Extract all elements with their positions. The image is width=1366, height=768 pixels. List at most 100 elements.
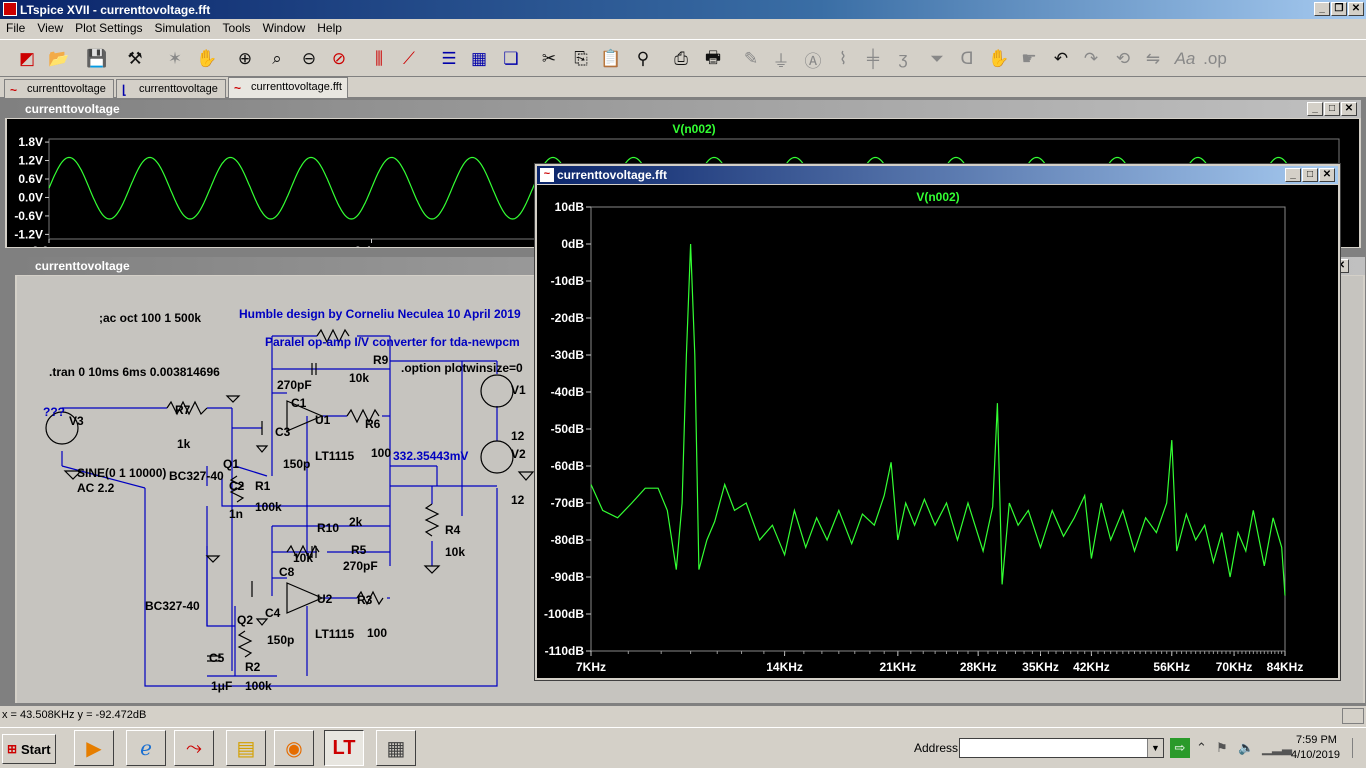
- open-folder-icon[interactable]: 📂: [46, 46, 72, 72]
- plot-frame: [590, 206, 1286, 652]
- transient-window-titlebar[interactable]: currenttovoltage: [5, 100, 1361, 118]
- calculator-icon[interactable]: ▦: [376, 730, 416, 766]
- maximize-button[interactable]: □: [1302, 168, 1318, 182]
- label-net-icon[interactable]: Ⓐ: [800, 46, 826, 72]
- flag-icon[interactable]: ⚑: [1216, 740, 1228, 756]
- media-player-icon[interactable]: ▶: [74, 730, 114, 766]
- clock-date: 4/10/2019: [1291, 749, 1340, 761]
- ltspice-task-icon[interactable]: LT: [324, 730, 364, 766]
- paste-icon[interactable]: 📋: [598, 46, 624, 72]
- rotate-icon[interactable]: ⟲: [1110, 46, 1136, 72]
- tile-vertical-icon[interactable]: ▦: [466, 46, 492, 72]
- firefox-icon[interactable]: ◉: [274, 730, 314, 766]
- zoom-in-icon[interactable]: ⊕: [232, 46, 258, 72]
- c1-value: 270pF: [277, 378, 312, 392]
- windows-flag-icon: ⊞: [7, 742, 18, 756]
- fft-window: currenttovoltage.fft ~ _ □ ✕ 10dB 0dB -10d…: [534, 163, 1341, 681]
- resistor-icon[interactable]: ⌇: [830, 46, 856, 72]
- app-title-bar[interactable]: LTspice XVII - currenttovoltage.fft _ ❐ …: [0, 0, 1366, 19]
- chevron-up-icon[interactable]: ⌃: [1196, 740, 1207, 756]
- autorange-icon[interactable]: ⫼: [366, 46, 392, 72]
- fft-plot-area[interactable]: 10dB 0dB -10dB -20dB -30dB -40dB -50dB -60dB -70…: [537, 185, 1338, 678]
- show-desktop-button[interactable]: [1352, 738, 1364, 758]
- inductor-icon[interactable]: ʒ: [890, 46, 916, 72]
- minimize-button[interactable]: _: [1314, 2, 1330, 16]
- y-tick-label: -80dB: [551, 533, 585, 547]
- halt-icon[interactable]: ✋: [194, 46, 220, 72]
- capacitor-icon[interactable]: ╪: [860, 46, 886, 72]
- menu-view[interactable]: View: [31, 19, 69, 38]
- undo-icon[interactable]: ↶: [1048, 46, 1074, 72]
- fft-icon[interactable]: ⟋: [396, 46, 422, 72]
- spice-directive-icon[interactable]: .op: [1202, 46, 1228, 72]
- ltspice-app-icon[interactable]: [3, 2, 17, 16]
- control-panel-icon[interactable]: ⚒: [122, 46, 148, 72]
- zoom-full-icon[interactable]: ⌕: [264, 46, 290, 72]
- menu-plot-settings[interactable]: Plot Settings: [69, 19, 148, 38]
- tile-horizontal-icon[interactable]: ☰: [436, 46, 462, 72]
- move-icon[interactable]: ✋: [986, 46, 1012, 72]
- print-setup-icon[interactable]: 🖶: [700, 46, 726, 72]
- menu-help[interactable]: Help: [311, 19, 348, 38]
- redo-icon[interactable]: ↷: [1078, 46, 1104, 72]
- y-tick-label: 10dB: [555, 200, 585, 214]
- maximize-button[interactable]: □: [1324, 102, 1340, 116]
- address-input[interactable]: ▼: [959, 738, 1164, 758]
- c2-label: C2: [229, 479, 245, 493]
- minimize-button[interactable]: _: [1307, 102, 1323, 116]
- minimize-button[interactable]: _: [1285, 168, 1301, 182]
- tab-fft[interactable]: ~ currenttovoltage.fft: [228, 77, 348, 98]
- document-tabs: ~ currenttovoltage ⌊ currenttovoltage ~ cur…: [0, 77, 1366, 98]
- cut-icon[interactable]: ✂: [536, 46, 562, 72]
- address-dropdown-icon[interactable]: ▼: [1147, 739, 1163, 757]
- c5-label: C5: [209, 651, 225, 665]
- print-icon[interactable]: ⎙: [668, 46, 694, 72]
- menu-file[interactable]: File: [0, 19, 31, 38]
- schematic-drawing: ;ac oct 100 1 500k Humble design by Corn…: [43, 307, 535, 693]
- acrobat-icon[interactable]: ⤳: [174, 730, 214, 766]
- schematic-icon: ⌊: [122, 83, 127, 97]
- x-tick-label: 0.0ms: [32, 244, 66, 247]
- speaker-icon[interactable]: 🔈: [1238, 740, 1254, 756]
- run-icon[interactable]: ✶: [162, 46, 188, 72]
- text-icon[interactable]: Aa: [1172, 46, 1198, 72]
- drag-icon[interactable]: ☛: [1016, 46, 1042, 72]
- waveform-icon: ~: [10, 83, 18, 97]
- y-tick-label: -0.6V: [14, 209, 43, 223]
- go-arrow-icon[interactable]: ⇨: [1170, 738, 1190, 758]
- file-explorer-icon[interactable]: ▤: [226, 730, 266, 766]
- y-tick-label: -100dB: [544, 607, 584, 621]
- y-tick-label: -20dB: [551, 311, 585, 325]
- internet-explorer-icon[interactable]: ℯ: [126, 730, 166, 766]
- close-button[interactable]: ✕: [1319, 168, 1335, 182]
- start-button[interactable]: ⊞ Start: [2, 734, 56, 764]
- menu-window[interactable]: Window: [257, 19, 312, 38]
- menu-tools[interactable]: Tools: [217, 19, 257, 38]
- close-button[interactable]: ✕: [1348, 2, 1364, 16]
- q2-model: BC327-40: [145, 599, 200, 613]
- component-icon[interactable]: ᗡ: [954, 46, 980, 72]
- r4-label: R4: [445, 523, 461, 537]
- tab-schematic[interactable]: ⌊ currenttovoltage: [116, 79, 226, 98]
- new-schematic-icon[interactable]: ◩: [14, 46, 40, 72]
- ground-icon[interactable]: ⏚: [768, 46, 794, 72]
- zoom-out-icon[interactable]: ⊖: [296, 46, 322, 72]
- menu-simulation[interactable]: Simulation: [149, 19, 217, 38]
- mirror-icon[interactable]: ⇋: [1140, 46, 1166, 72]
- r10-value: 10k: [293, 551, 313, 565]
- tran-directive: .tran 0 10ms 6ms 0.003814696: [49, 365, 220, 379]
- save-icon[interactable]: 💾: [84, 46, 110, 72]
- find-icon[interactable]: ⚲: [630, 46, 656, 72]
- zoom-cancel-icon[interactable]: ⊘: [326, 46, 352, 72]
- cascade-icon[interactable]: ❏: [498, 46, 524, 72]
- diode-icon[interactable]: ⏷: [924, 46, 950, 72]
- copy-icon[interactable]: ⎘: [568, 46, 594, 72]
- fft-window-titlebar[interactable]: currenttovoltage.fft: [537, 166, 1338, 184]
- close-button[interactable]: ✕: [1341, 102, 1357, 116]
- c4-value: 150p: [267, 633, 294, 647]
- restore-button[interactable]: ❐: [1331, 2, 1347, 16]
- network-icon[interactable]: ▁▂▃: [1262, 740, 1292, 756]
- wire-icon[interactable]: ✎: [738, 46, 764, 72]
- tab-waveform-1[interactable]: ~ currenttovoltage: [4, 79, 114, 98]
- u1-label: U1: [315, 413, 331, 427]
